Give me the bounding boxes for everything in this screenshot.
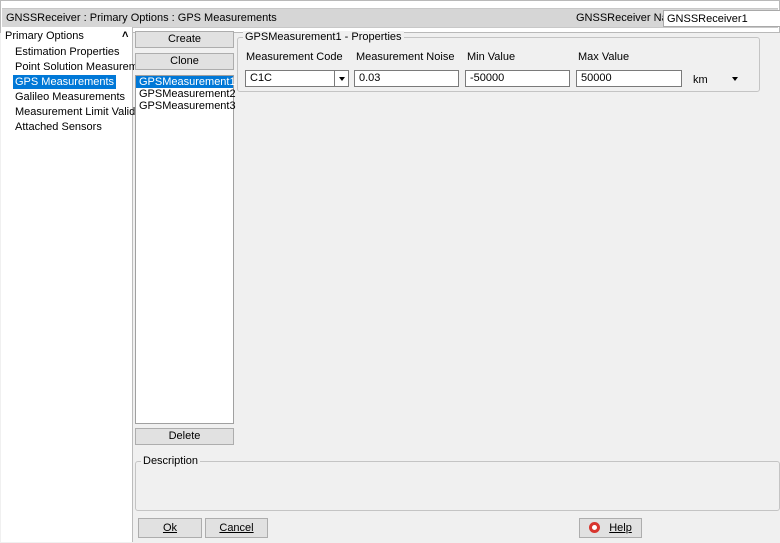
window-title: GNSSReceiver : Primary Options : GPS Mea… [6, 12, 277, 24]
primary-options-nav: Primary Options ˄ Estimation Properties … [1, 27, 159, 542]
min-value-label: Min Value [467, 51, 516, 63]
delete-button[interactable]: Delete [135, 428, 234, 445]
max-value-label: Max Value [578, 51, 630, 63]
measurement-noise-label: Measurement Noise [356, 51, 455, 63]
description-group: Description [135, 455, 780, 511]
properties-group: GPSMeasurement1 - Properties Measurement… [237, 31, 760, 92]
nav-item-estimation-properties[interactable]: Estimation Properties [13, 45, 122, 59]
measurement-noise-value: 0.03 [359, 72, 381, 84]
list-item[interactable]: GPSMeasurement1 [136, 76, 236, 88]
max-value-field[interactable]: 50000 [576, 70, 682, 87]
min-value: -50000 [470, 72, 505, 84]
lifebuoy-icon [589, 521, 601, 533]
measurement-code-label: Measurement Code [246, 51, 343, 63]
measurement-code-value: C1C [250, 72, 273, 84]
unit-select[interactable]: km [693, 74, 708, 86]
receiver-name-input[interactable] [663, 10, 780, 27]
chevron-down-icon[interactable] [732, 77, 738, 81]
properties-legend: GPSMeasurement1 - Properties [243, 31, 404, 43]
cancel-button[interactable]: Cancel [205, 518, 268, 538]
measurement-noise-field[interactable]: 0.03 [354, 70, 459, 87]
description-legend: Description [141, 455, 201, 467]
clone-button[interactable]: Clone [135, 53, 234, 70]
create-button[interactable]: Create [135, 31, 234, 48]
min-value-field[interactable]: -50000 [465, 70, 570, 87]
chevron-down-icon[interactable] [334, 71, 348, 86]
cancel-label: Cancel [219, 522, 254, 534]
max-value: 50000 [581, 72, 612, 84]
measurement-code-combo[interactable]: C1C [245, 70, 349, 87]
measurement-list[interactable]: GPSMeasurement1 GPSMeasurement2 GPSMeasu… [135, 75, 236, 424]
nav-header[interactable]: Primary Options [5, 30, 84, 42]
ok-label: Ok [162, 522, 178, 534]
list-item[interactable]: GPSMeasurement2 [136, 88, 236, 100]
nav-item-galileo-measurements[interactable]: Galileo Measurements [13, 90, 127, 104]
help-label: Help [609, 522, 632, 534]
list-item[interactable]: GPSMeasurement3 [136, 100, 236, 112]
nav-item-gps-measurements[interactable]: GPS Measurements [13, 75, 117, 89]
title-strip: GNSSReceiver : Primary Options : GPS Mea… [2, 8, 780, 28]
ok-button[interactable]: Ok [138, 518, 202, 538]
nav-item-attached-sensors[interactable]: Attached Sensors [13, 120, 104, 134]
double-chevron-up-icon[interactable]: ˄ [122, 29, 128, 41]
help-button[interactable]: Help [579, 518, 642, 538]
